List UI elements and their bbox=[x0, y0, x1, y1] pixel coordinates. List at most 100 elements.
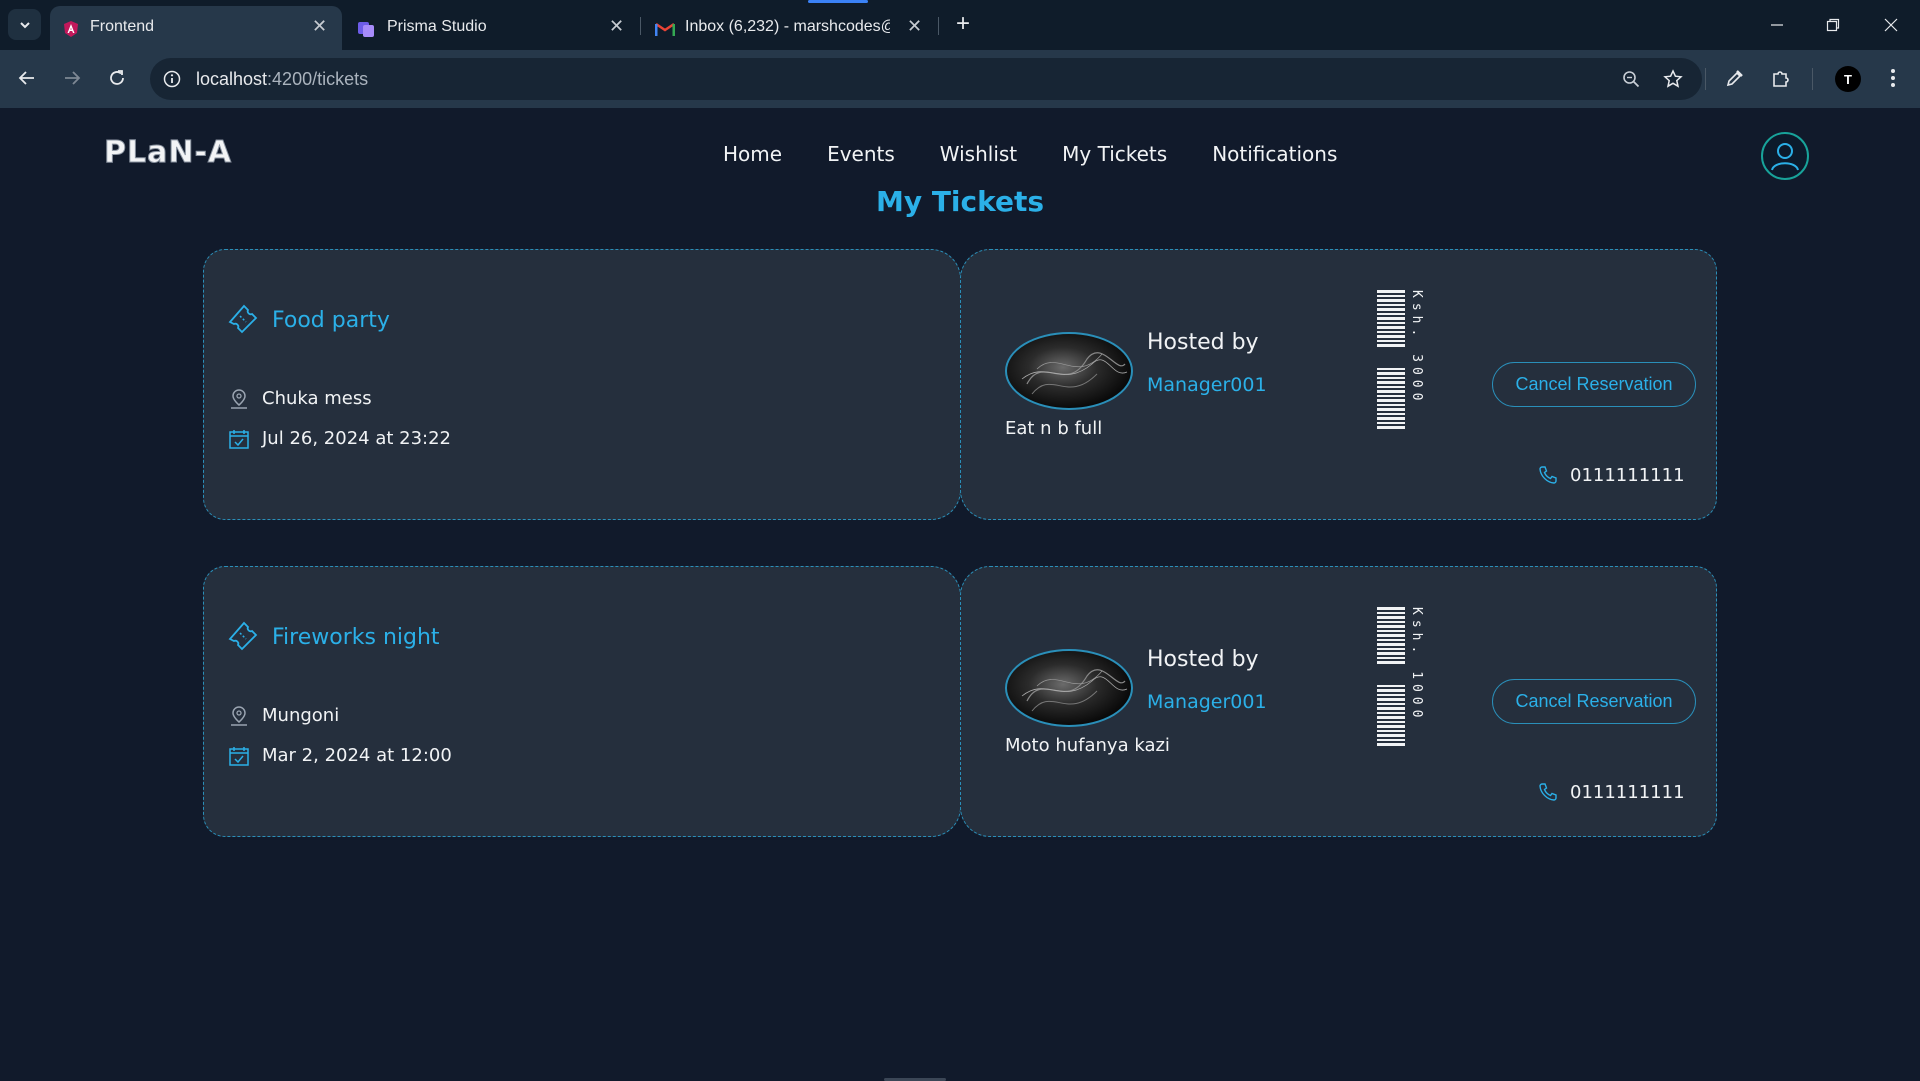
extensions-button[interactable] bbox=[1767, 64, 1795, 92]
calendar-check-icon bbox=[229, 747, 249, 766]
toolbar-separator bbox=[1705, 68, 1706, 90]
gmail-icon bbox=[655, 22, 675, 36]
event-image bbox=[1005, 649, 1133, 727]
kebab-menu-icon bbox=[1891, 69, 1895, 87]
zoom-button[interactable] bbox=[1620, 68, 1642, 90]
minimize-icon bbox=[1771, 24, 1783, 26]
user-icon bbox=[1771, 143, 1799, 171]
address-bar[interactable]: localhost:4200/tickets bbox=[150, 58, 1702, 100]
nav-notifications[interactable]: Notifications bbox=[1212, 142, 1337, 166]
ticket-card: Food party Chuka mess Jul 26, 2024 at 23… bbox=[203, 249, 1717, 520]
close-tab-icon[interactable]: ✕ bbox=[907, 16, 922, 37]
toolbar-separator bbox=[1812, 68, 1813, 90]
tab-loading-indicator bbox=[808, 0, 868, 3]
event-name[interactable]: Fireworks night bbox=[272, 625, 440, 650]
url-text[interactable]: localhost:4200/tickets bbox=[196, 69, 368, 90]
ticket-event-section: Food party Chuka mess Jul 26, 2024 at 23… bbox=[203, 249, 961, 520]
ticket-card: Fireworks night Mungoni Mar 2, 2024 at 1… bbox=[203, 566, 1717, 837]
ticket-price: Ksh. 3000 bbox=[1409, 290, 1424, 406]
tab-prisma-studio[interactable]: Prisma Studio ✕ bbox=[345, 6, 635, 50]
new-tab-button[interactable]: + bbox=[950, 11, 976, 37]
phone-icon bbox=[1539, 783, 1557, 801]
app-logo[interactable]: PLaN-A bbox=[103, 135, 232, 171]
main-navigation: Home Events Wishlist My Tickets Notifica… bbox=[723, 142, 1337, 166]
arrow-left-icon bbox=[18, 71, 34, 85]
user-profile-button[interactable] bbox=[1761, 132, 1809, 180]
color-picker-extension-button[interactable] bbox=[1721, 64, 1749, 92]
phone-icon bbox=[1539, 466, 1557, 484]
url-host: localhost bbox=[196, 69, 268, 89]
tab-separator bbox=[938, 17, 939, 35]
tab-title: Inbox (6,232) - marshcodes@gm bbox=[685, 18, 890, 35]
host-phone: 0111111111 bbox=[1570, 465, 1685, 486]
close-window-button[interactable] bbox=[1878, 12, 1904, 38]
forward-button[interactable] bbox=[58, 64, 86, 92]
arrow-right-icon bbox=[65, 71, 81, 85]
host-name[interactable]: Manager001 bbox=[1147, 374, 1267, 396]
angular-icon bbox=[64, 21, 78, 37]
restore-window-button[interactable] bbox=[1820, 12, 1846, 38]
close-tab-icon[interactable]: ✕ bbox=[609, 16, 624, 37]
bookmark-button[interactable] bbox=[1662, 68, 1684, 90]
browser-toolbar: localhost:4200/tickets T bbox=[0, 50, 1920, 108]
ticket-price-container: Ksh. 3000 bbox=[1409, 290, 1426, 430]
browser-tab-bar: Frontend ✕ Prisma Studio ✕ Inbox (6,232)… bbox=[0, 0, 1920, 50]
ticket-event-section: Fireworks night Mungoni Mar 2, 2024 at 1… bbox=[203, 566, 961, 837]
minimize-window-button[interactable] bbox=[1764, 12, 1790, 38]
page-title: My Tickets bbox=[875, 185, 1045, 218]
nav-wishlist[interactable]: Wishlist bbox=[940, 142, 1017, 166]
hosted-by-label: Hosted by bbox=[1147, 330, 1259, 355]
tab-separator bbox=[640, 17, 641, 35]
host-name[interactable]: Manager001 bbox=[1147, 691, 1267, 713]
cancel-reservation-button[interactable]: Cancel Reservation bbox=[1492, 362, 1696, 407]
event-name[interactable]: Food party bbox=[272, 308, 390, 333]
tab-title: Prisma Studio bbox=[387, 18, 487, 35]
reload-icon bbox=[110, 70, 124, 85]
calendar-check-icon bbox=[229, 430, 249, 449]
nav-events[interactable]: Events bbox=[827, 142, 895, 166]
tab-gmail-inbox[interactable]: Inbox (6,232) - marshcodes@gm ✕ bbox=[643, 6, 933, 50]
barcode-icon bbox=[1377, 607, 1405, 746]
event-location: Chuka mess bbox=[262, 388, 372, 409]
event-datetime: Mar 2, 2024 at 12:00 bbox=[262, 745, 452, 766]
star-icon bbox=[1663, 69, 1683, 88]
ticket-host-section: Hosted by Manager001 Eat n b full Ksh. 3… bbox=[960, 249, 1717, 520]
tab-frontend[interactable]: Frontend ✕ bbox=[50, 6, 342, 50]
event-location: Mungoni bbox=[262, 705, 340, 726]
ticket-price: Ksh. 1000 bbox=[1409, 607, 1424, 723]
back-button[interactable] bbox=[13, 64, 41, 92]
nav-my-tickets[interactable]: My Tickets bbox=[1062, 142, 1167, 166]
eyedropper-icon bbox=[1726, 70, 1743, 87]
close-tab-icon[interactable]: ✕ bbox=[312, 16, 327, 37]
nav-home[interactable]: Home bbox=[723, 142, 782, 166]
site-info-button[interactable] bbox=[160, 67, 184, 91]
location-pin-icon bbox=[231, 706, 247, 726]
info-icon bbox=[163, 70, 181, 88]
page-content: PLaN-A Home Events Wishlist My Tickets N… bbox=[0, 109, 1920, 1081]
browser-menu-button[interactable] bbox=[1879, 64, 1907, 92]
close-icon bbox=[1884, 18, 1898, 32]
event-datetime: Jul 26, 2024 at 23:22 bbox=[262, 428, 451, 449]
event-description: Eat n b full bbox=[1005, 418, 1103, 439]
ticket-icon bbox=[228, 621, 258, 651]
zoom-icon bbox=[1623, 71, 1640, 88]
location-pin-icon bbox=[231, 389, 247, 409]
host-phone: 0111111111 bbox=[1570, 782, 1685, 803]
ticket-icon bbox=[228, 304, 258, 334]
tab-search-button[interactable] bbox=[8, 9, 41, 40]
cancel-reservation-button[interactable]: Cancel Reservation bbox=[1492, 679, 1696, 724]
barcode-icon bbox=[1377, 290, 1405, 429]
profile-avatar-button[interactable]: T bbox=[1835, 66, 1861, 92]
ticket-host-section: Hosted by Manager001 Moto hufanya kazi K… bbox=[960, 566, 1717, 837]
reload-button[interactable] bbox=[103, 64, 131, 92]
event-image bbox=[1005, 332, 1133, 410]
puzzle-icon bbox=[1773, 71, 1789, 87]
event-description: Moto hufanya kazi bbox=[1005, 735, 1170, 756]
chevron-down-icon bbox=[19, 21, 30, 28]
restore-icon bbox=[1826, 18, 1840, 32]
url-path: :4200/tickets bbox=[267, 69, 369, 89]
ticket-price-container: Ksh. 1000 bbox=[1409, 607, 1426, 747]
hosted-by-label: Hosted by bbox=[1147, 647, 1259, 672]
tab-title: Frontend bbox=[90, 18, 155, 35]
prisma-icon bbox=[358, 22, 374, 37]
